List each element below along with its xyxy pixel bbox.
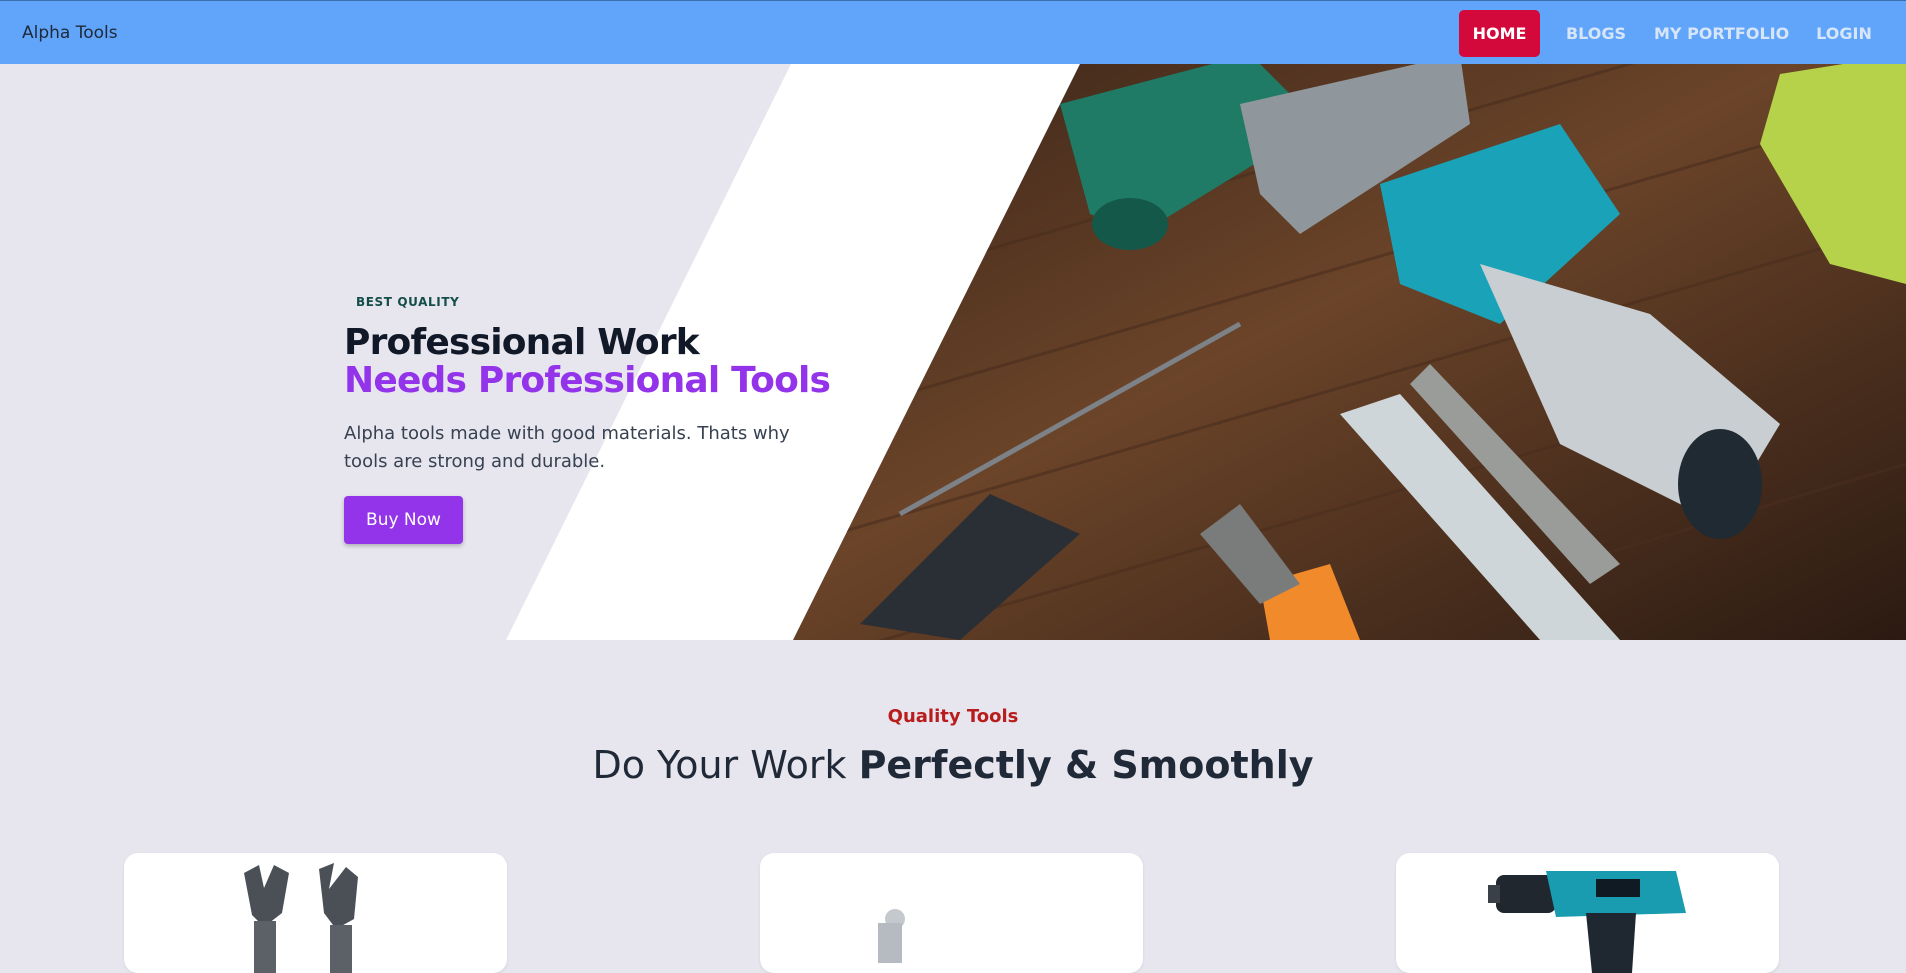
- drill-image: [1488, 871, 1686, 973]
- features-title-regular: Do Your Work: [592, 743, 859, 787]
- hero-description: Alpha tools made with good materials. Th…: [344, 423, 790, 472]
- hero-section: BEST QUALITY Professional Work Needs Pro…: [0, 64, 1906, 640]
- tool-card-drill[interactable]: [1396, 853, 1779, 973]
- buy-now-button[interactable]: Buy Now: [344, 496, 463, 544]
- hero-headline: Professional Work Needs Professional Too…: [344, 322, 831, 401]
- tool-part-image: [878, 909, 905, 963]
- hero-headline-line1: Professional Work: [344, 322, 700, 363]
- features-eyebrow: Quality Tools: [887, 706, 1019, 727]
- brand-logo-text[interactable]: Alpha Tools: [22, 1, 118, 65]
- hero-eyebrow: BEST QUALITY: [356, 295, 460, 309]
- tool-card-wrenches[interactable]: [124, 853, 507, 973]
- nav-link-my-portfolio[interactable]: MY PORTFOLIO: [1654, 10, 1789, 57]
- nav-link-login[interactable]: LOGIN: [1805, 10, 1883, 57]
- features-title: Do Your Work Perfectly & Smoothly: [0, 743, 1906, 787]
- tool-card-center[interactable]: [760, 853, 1143, 973]
- navbar: Alpha Tools HOME BLOGS MY PORTFOLIO LOGI…: [0, 0, 1906, 64]
- wrench-image: [244, 863, 358, 973]
- nav-link-blogs[interactable]: BLOGS: [1554, 10, 1638, 57]
- nav-link-home[interactable]: HOME: [1459, 10, 1540, 57]
- hero-tools-photo: [506, 64, 1906, 640]
- hero-headline-line2: Needs Professional Tools: [344, 360, 831, 401]
- features-title-bold: Perfectly & Smoothly: [858, 743, 1314, 787]
